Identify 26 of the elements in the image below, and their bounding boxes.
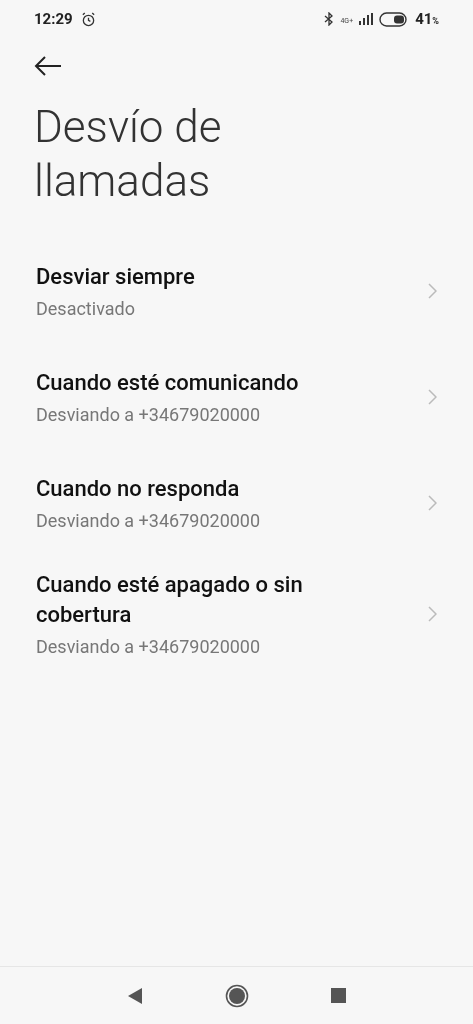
back-button[interactable] — [34, 54, 64, 78]
home-nav-button[interactable] — [224, 983, 249, 1008]
item-subtitle: Desactivado — [36, 298, 136, 320]
battery-icon — [379, 11, 410, 27]
item-subtitle: Desviando a +34679020000 — [36, 404, 262, 426]
settings-item[interactable]: Cuando esté apagado o sin cobertura Desviando a +34679020000 — [0, 556, 473, 672]
battery-level: 41% — [415, 8, 439, 30]
settings-item[interactable]: Desviar siempre Desactivado — [0, 238, 473, 344]
item-subtitle: Desviando a +34679020000 — [36, 636, 262, 658]
settings-item[interactable]: Cuando no responda Desviando a +34679020000 — [0, 450, 473, 556]
chevron-icon — [428, 606, 437, 622]
bluetooth-icon — [324, 12, 335, 26]
chevron-icon — [428, 283, 437, 299]
item-title: Cuando no responda — [36, 475, 241, 503]
chevron-icon — [428, 495, 437, 511]
item-title: Desviar siempre — [36, 263, 196, 291]
chevron-icon — [428, 389, 437, 405]
settings-item[interactable]: Cuando esté comunicando Desviando a +34679020000 — [0, 344, 473, 450]
status-time: 12:29 — [34, 8, 73, 30]
item-title: Cuando esté apagado o sin cobertura — [36, 571, 304, 629]
signal-icon — [359, 13, 374, 25]
item-subtitle: Desviando a +34679020000 — [36, 510, 262, 532]
alarm-icon — [80, 11, 96, 27]
item-title: Cuando esté comunicando — [36, 369, 300, 397]
page-title: Desvío de llamadas — [33, 100, 223, 208]
recents-nav-button[interactable] — [328, 985, 349, 1006]
